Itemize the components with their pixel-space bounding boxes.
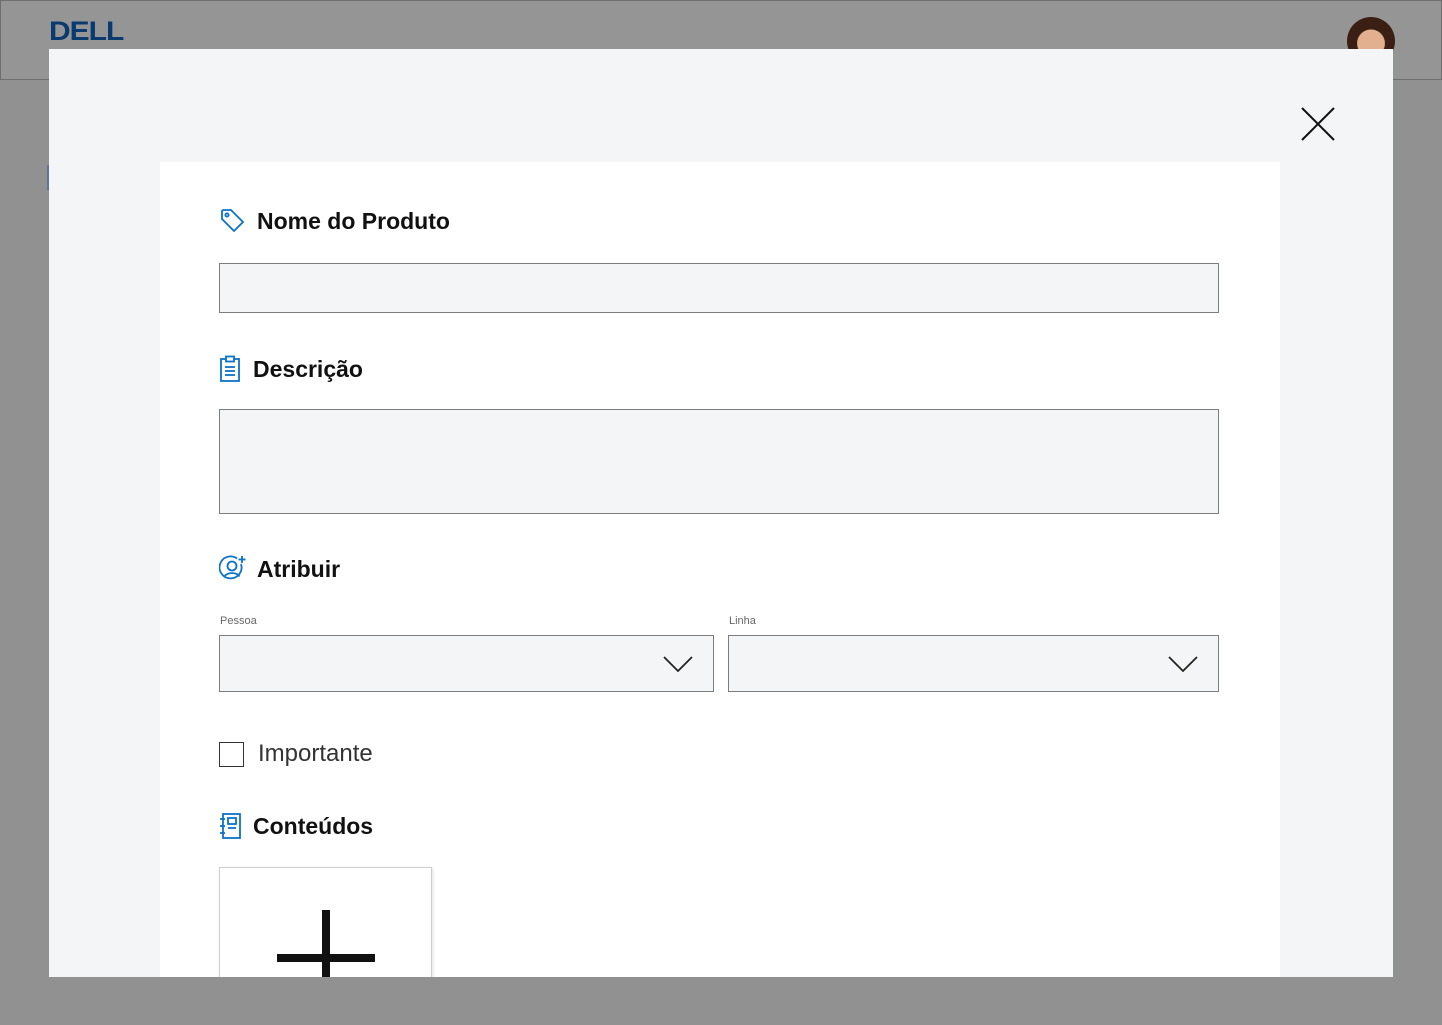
description-heading: Descrição xyxy=(219,355,363,383)
clipboard-icon xyxy=(219,355,241,383)
assign-title: Atribuir xyxy=(257,555,341,582)
contents-title: Conteúdos xyxy=(253,812,374,839)
product-name-input[interactable] xyxy=(219,263,1219,313)
important-checkbox-row[interactable]: Importante xyxy=(219,740,373,768)
description-title: Descrição xyxy=(253,355,363,382)
product-modal: Nome do Produto Descrição Atribuir Pesso… xyxy=(49,49,1393,977)
notebook-icon xyxy=(219,812,242,840)
important-label: Importante xyxy=(258,740,373,767)
important-checkbox[interactable] xyxy=(219,741,244,767)
form-card: Nome do Produto Descrição Atribuir Pesso… xyxy=(160,162,1280,977)
line-label: Linha xyxy=(729,615,756,627)
close-button[interactable] xyxy=(1299,105,1337,143)
person-select[interactable] xyxy=(219,635,714,692)
chevron-down-icon xyxy=(663,656,693,672)
close-icon xyxy=(1301,107,1335,141)
dell-logo[interactable]: DELL xyxy=(49,17,124,48)
line-select[interactable] xyxy=(728,635,1219,692)
chevron-down-icon xyxy=(1168,656,1198,672)
product-name-title: Nome do Produto xyxy=(257,207,450,234)
tag-icon xyxy=(219,207,247,235)
add-user-icon xyxy=(219,555,247,583)
add-content-button[interactable] xyxy=(219,867,432,977)
person-label: Pessoa xyxy=(220,615,257,627)
description-textarea[interactable] xyxy=(219,409,1219,514)
product-name-heading: Nome do Produto xyxy=(219,207,450,235)
assign-heading: Atribuir xyxy=(219,555,340,583)
contents-heading: Conteúdos xyxy=(219,812,373,840)
